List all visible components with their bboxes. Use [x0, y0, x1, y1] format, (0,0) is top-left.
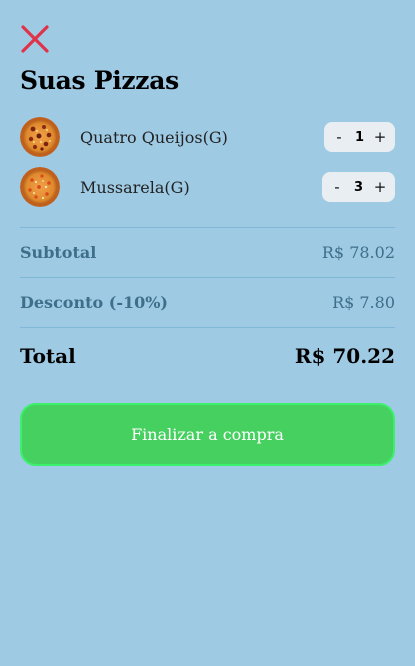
total-label: Total: [20, 344, 76, 368]
increment-button[interactable]: +: [373, 128, 387, 146]
discount-label: Desconto (-10%): [20, 292, 168, 312]
discount-value: R$ 7.80: [332, 292, 395, 312]
total-row: Total R$ 70.22: [20, 342, 395, 370]
divider: [20, 227, 395, 228]
cart-item: Quatro Queijos(G) - 1 +: [20, 117, 395, 157]
page-title: Suas Pizzas: [20, 66, 179, 95]
checkout-button[interactable]: Finalizar a compra: [20, 403, 395, 466]
discount-row: Desconto (-10%) R$ 7.80: [20, 291, 395, 313]
subtotal-label: Subtotal: [20, 242, 97, 262]
divider: [20, 277, 395, 278]
pizza-icon: [20, 117, 60, 157]
quantity-stepper: - 1 +: [324, 122, 395, 152]
close-icon: [21, 25, 49, 53]
quantity-stepper: - 3 +: [322, 172, 395, 202]
pizza-icon: [20, 167, 60, 207]
cart-item: Mussarela(G) - 3 +: [20, 167, 395, 207]
quantity-value: 1: [354, 129, 365, 145]
decrement-button[interactable]: -: [330, 178, 344, 196]
divider: [20, 327, 395, 328]
item-name: Mussarela(G): [80, 177, 190, 197]
close-button[interactable]: [20, 24, 50, 54]
increment-button[interactable]: +: [373, 178, 387, 196]
subtotal-value: R$ 78.02: [321, 242, 395, 262]
subtotal-row: Subtotal R$ 78.02: [20, 241, 395, 263]
total-value: R$ 70.22: [294, 344, 395, 368]
quantity-value: 3: [353, 179, 364, 195]
item-name: Quatro Queijos(G): [80, 127, 228, 147]
decrement-button[interactable]: -: [332, 128, 346, 146]
